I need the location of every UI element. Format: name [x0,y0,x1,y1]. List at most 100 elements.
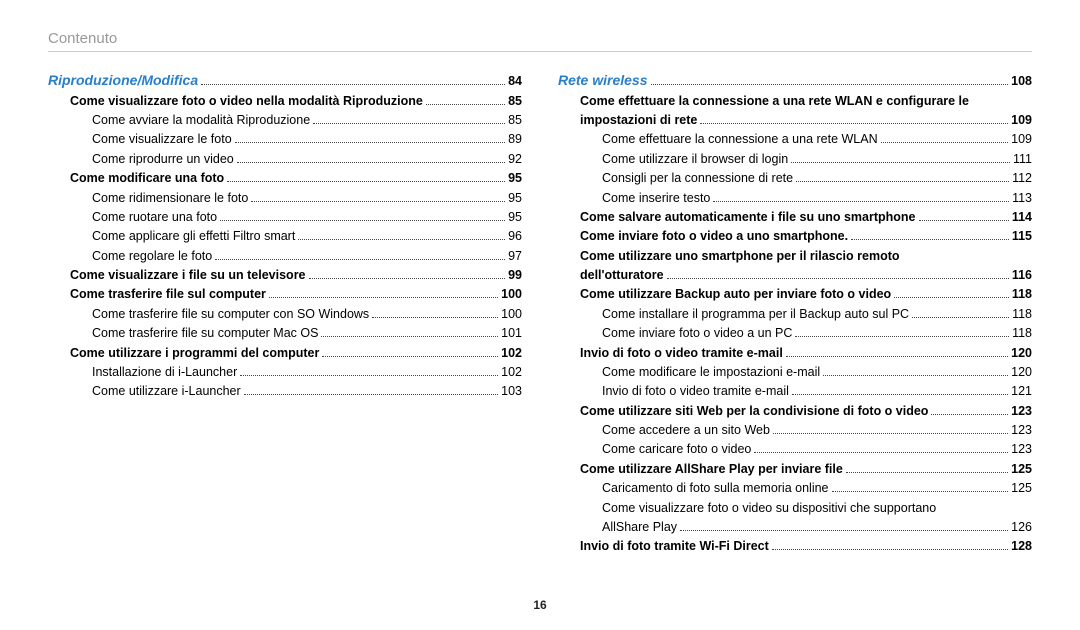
toc-page: 128 [1011,537,1032,556]
toc-section-title: Riproduzione/Modifica [48,70,198,92]
toc-entry-label: Come visualizzare foto o video nella mod… [70,92,423,111]
toc-entry[interactable]: Come visualizzare foto o video su dispos… [558,499,1032,518]
toc-page: 96 [508,227,522,246]
toc-entry[interactable]: Come installare il programma per il Back… [558,305,1032,324]
toc-page: 118 [1012,324,1032,343]
toc-page: 111 [1013,150,1032,169]
toc-leader [919,220,1009,221]
toc-section-row[interactable]: Riproduzione/Modifica 84 [48,70,522,92]
toc-entry[interactable]: Installazione di i-Launcher 102 [48,363,522,382]
toc-page: 112 [1012,169,1032,188]
toc-entry[interactable]: Consigli per la connessione di rete 112 [558,169,1032,188]
toc-section-row[interactable]: Rete wireless108 [558,70,1032,92]
toc-entry[interactable]: Invio di foto tramite Wi-Fi Direct 128 [558,537,1032,556]
toc-entry-label: Installazione di i-Launcher [92,363,237,382]
toc-entry[interactable]: Come utilizzare i programmi del computer… [48,344,522,363]
toc-entry[interactable]: dell'otturatore 116 [558,266,1032,285]
toc-entry[interactable]: Invio di foto o video tramite e-mail 121 [558,382,1032,401]
toc-entry-label: Come modificare le impostazioni e-mail [602,363,820,382]
toc-entry[interactable]: Come applicare gli effetti Filtro smart … [48,227,522,246]
toc-entry[interactable]: Come utilizzare AllShare Play per inviar… [558,460,1032,479]
toc-entry-label: Come utilizzare il browser di login [602,150,788,169]
toc-entry-label: Come utilizzare i programmi del computer [70,344,319,363]
toc-entry[interactable]: Come inviare foto o video a uno smartpho… [558,227,1032,246]
toc-page: 118 [1012,305,1032,324]
page-header: Contenuto [48,30,1032,47]
toc-page: 116 [1012,266,1032,285]
toc-leader [235,142,505,143]
toc-entry[interactable]: Come visualizzare foto o video nella mod… [48,92,522,111]
toc-entry-label: Come modificare una foto [70,169,224,188]
toc-entry[interactable]: Come inviare foto o video a un PC 118 [558,324,1032,343]
toc-entry-label: Come riprodurre un video [92,150,234,169]
toc-page: 89 [508,130,522,149]
toc-entry[interactable]: Come modificare le impostazioni e-mail 1… [558,363,1032,382]
toc-entry[interactable]: Come utilizzare il browser di login 111 [558,150,1032,169]
toc-page: 109 [1011,130,1032,149]
toc-leader [773,433,1008,434]
toc-entry-label: Come visualizzare le foto [92,130,232,149]
toc-entry[interactable]: Come accedere a un sito Web 123 [558,421,1032,440]
toc-page: 95 [508,208,522,227]
toc-entry[interactable]: Come ruotare una foto 95 [48,208,522,227]
toc-entry-label: Caricamento di foto sulla memoria online [602,479,829,498]
toc-entry[interactable]: Come riprodurre un video 92 [48,150,522,169]
toc-entry[interactable]: Come utilizzare Backup auto per inviare … [558,285,1032,304]
toc-leader [215,259,505,260]
toc-page: 120 [1011,363,1032,382]
toc-entry[interactable]: Come regolare le foto 97 [48,247,522,266]
toc-page: 100 [501,305,522,324]
toc-entry-label: Come ridimensionare le foto [92,189,248,208]
toc-entry[interactable]: Come utilizzare i-Launcher 103 [48,382,522,401]
toc-page: 108 [1011,72,1032,91]
toc-leader [912,317,1009,318]
toc-entry-label: Come utilizzare AllShare Play per inviar… [580,460,843,479]
toc-entry[interactable]: Come modificare una foto 95 [48,169,522,188]
toc-entry[interactable]: Come visualizzare i file su un televisor… [48,266,522,285]
toc-entry[interactable]: AllShare Play 126 [558,518,1032,537]
toc-entry[interactable]: Come utilizzare uno smartphone per il ri… [558,247,1032,266]
toc-entry[interactable]: Come avviare la modalità Riproduzione 85 [48,111,522,130]
toc-entry[interactable]: Caricamento di foto sulla memoria online… [558,479,1032,498]
toc-entry[interactable]: Invio di foto o video tramite e-mail 120 [558,344,1032,363]
toc-page: 102 [501,363,522,382]
toc-entry[interactable]: Come caricare foto o video 123 [558,440,1032,459]
toc-entry[interactable]: Come visualizzare le foto 89 [48,130,522,149]
toc-entry-label: Come caricare foto o video [602,440,751,459]
toc-entry[interactable]: Come ridimensionare le foto 95 [48,189,522,208]
toc-column-left: Riproduzione/Modifica 84 Come visualizzare… [48,70,522,557]
toc-leader [700,123,1008,124]
toc-entry-label: Come utilizzare uno smartphone per il ri… [580,247,900,266]
toc-leader [269,297,498,298]
toc-entry[interactable]: Come trasferire file su computer con SO … [48,305,522,324]
toc-leader [792,394,1008,395]
toc-entry[interactable]: Come effettuare la connessione a una ret… [558,130,1032,149]
toc-entry-label: AllShare Play [602,518,677,537]
toc-entry[interactable]: Come trasferire file su computer Mac OS … [48,324,522,343]
toc-entry-label: Come inserire testo [602,189,710,208]
toc-entry-label: Come trasferire file sul computer [70,285,266,304]
toc-entry-label: impostazioni di rete [580,111,697,130]
toc-entry-label: Come applicare gli effetti Filtro smart [92,227,295,246]
toc-page: 123 [1011,421,1032,440]
toc-entry-label: Invio di foto o video tramite e-mail [580,344,783,363]
toc-page: 123 [1011,440,1032,459]
toc-page: 84 [508,72,522,91]
toc-entry[interactable]: Come utilizzare siti Web per la condivis… [558,402,1032,421]
toc-entry[interactable]: Come effettuare la connessione a una ret… [558,92,1032,111]
toc-entry[interactable]: Come salvare automaticamente i file su u… [558,208,1032,227]
toc-leader [220,220,505,221]
toc-entry[interactable]: impostazioni di rete 109 [558,111,1032,130]
toc-leader [298,239,505,240]
toc-entry[interactable]: Come trasferire file sul computer 100 [48,285,522,304]
toc-leader [680,530,1008,531]
toc-entry-label: Come utilizzare siti Web per la condivis… [580,402,928,421]
toc-leader [795,336,1009,337]
toc-page: 102 [501,344,522,363]
toc-page: 101 [501,324,522,343]
toc-entry-label: Come visualizzare foto o video su dispos… [602,499,936,518]
toc-entry[interactable]: Come inserire testo 113 [558,189,1032,208]
toc-leader [321,336,498,337]
toc-leader [244,394,498,395]
toc-page: 121 [1011,382,1032,401]
